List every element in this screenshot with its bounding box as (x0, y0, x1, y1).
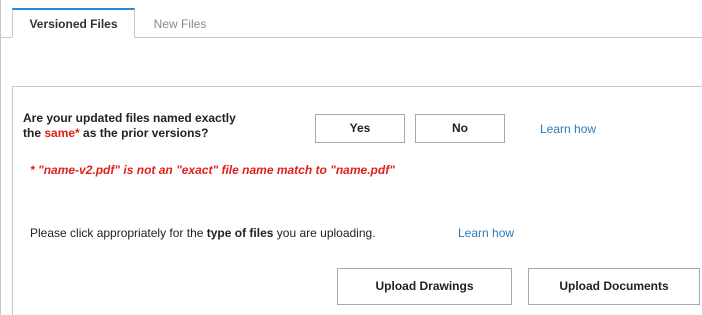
question-line-1: Are your updated files named exactly (23, 111, 236, 125)
yes-button[interactable]: Yes (315, 114, 405, 143)
tab-bar: Versioned Files New Files (0, 0, 702, 38)
no-button[interactable]: No (415, 114, 505, 143)
instruction-start: Please click appropriately for the (30, 226, 207, 240)
instruction-emphasis: type of files (206, 226, 274, 240)
question-line-2-end: as the prior versions? (79, 126, 209, 140)
naming-question: Are your updated files named exactly the… (23, 111, 293, 141)
learn-how-upload-link[interactable]: Learn how (458, 226, 514, 240)
filename-footnote: * "name-v2.pdf" is not an "exact" file n… (30, 163, 395, 177)
upload-documents-button[interactable]: Upload Documents (528, 268, 700, 305)
question-highlight: same* (44, 126, 80, 140)
tab-versioned-files[interactable]: Versioned Files (12, 8, 135, 38)
upload-instruction: Please click appropriately for the type … (30, 226, 376, 240)
upload-drawings-button[interactable]: Upload Drawings (337, 268, 512, 305)
question-line-2-start: the (23, 126, 45, 140)
instruction-end: you are uploading. (273, 226, 376, 240)
tab-new-files[interactable]: New Files (140, 8, 220, 38)
learn-how-naming-link[interactable]: Learn how (540, 122, 596, 136)
